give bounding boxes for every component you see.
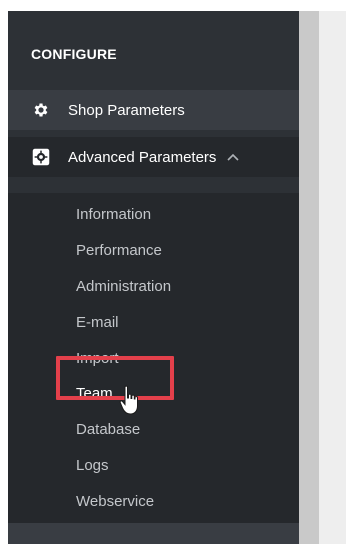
admin-sidebar: CONFIGURE Shop Parameters Advanced Param… xyxy=(8,11,299,544)
highlight-annotation xyxy=(56,356,174,400)
hand-pointer-icon xyxy=(119,385,143,417)
chevron-up-icon[interactable] xyxy=(226,152,240,162)
submenu-item-performance[interactable]: Performance xyxy=(76,242,162,259)
sidebar-item-label: Advanced Parameters xyxy=(68,148,217,166)
sidebar-next-section[interactable] xyxy=(8,523,299,544)
gear-icon xyxy=(32,101,50,119)
submenu-item-email[interactable]: E-mail xyxy=(76,314,119,331)
main-content-area xyxy=(319,11,346,544)
sidebar-item-shop-parameters[interactable]: Shop Parameters xyxy=(8,90,299,130)
submenu-item-information[interactable]: Information xyxy=(76,206,151,223)
settings-box-icon xyxy=(32,148,50,166)
sidebar-item-label: Shop Parameters xyxy=(68,101,185,119)
section-title-configure: CONFIGURE xyxy=(31,46,117,62)
submenu-item-webservice[interactable]: Webservice xyxy=(76,493,154,510)
submenu-item-administration[interactable]: Administration xyxy=(76,278,171,295)
sidebar-divider xyxy=(299,11,319,544)
sidebar-item-advanced-parameters[interactable]: Advanced Parameters xyxy=(8,137,299,177)
submenu-item-logs[interactable]: Logs xyxy=(76,457,109,474)
submenu-item-database[interactable]: Database xyxy=(76,421,140,438)
